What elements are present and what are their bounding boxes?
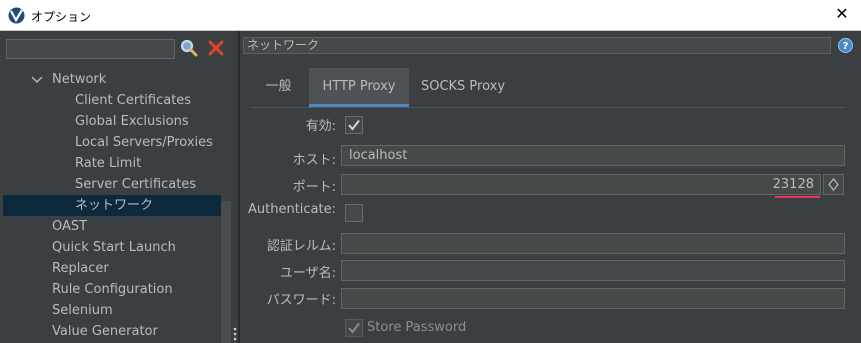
options-search-input[interactable]: [6, 39, 175, 59]
tab-separator: [250, 107, 845, 108]
options-sidebar: Network Client Certificates Global Exclu…: [0, 31, 238, 343]
tree-item-server-certificates[interactable]: Server Certificates: [75, 174, 196, 195]
options-panel: ネットワーク ? 一般 HTTP Proxy SOCKS Proxy 有効: ホ…: [240, 31, 861, 343]
spinner-arrows-icon: [828, 178, 839, 191]
tree-item-selenium[interactable]: Selenium: [52, 300, 113, 321]
tree-item-global-exclusions[interactable]: Global Exclusions: [75, 111, 189, 132]
splitter-grip-icon[interactable]: [233, 326, 237, 342]
tree-item-client-certificates[interactable]: Client Certificates: [75, 90, 191, 111]
port-label: ポート:: [292, 180, 336, 195]
authenticate-label: Authenticate:: [247, 202, 336, 217]
store-password-checkbox[interactable]: [345, 319, 363, 337]
tree-item-rule-configuration[interactable]: Rule Configuration: [52, 279, 173, 300]
enabled-checkbox[interactable]: [345, 116, 363, 134]
password-field[interactable]: [341, 288, 845, 309]
tab-socks-proxy[interactable]: SOCKS Proxy: [413, 68, 513, 107]
realm-field[interactable]: [341, 233, 845, 254]
port-spinner[interactable]: [823, 174, 844, 195]
tree-item-network-jp[interactable]: ネットワーク: [3, 195, 221, 216]
store-password-label: Store Password: [367, 320, 467, 335]
authenticate-checkbox[interactable]: [345, 204, 363, 222]
realm-label: 認証レルム:: [266, 239, 336, 254]
password-label: パスワード:: [266, 293, 336, 308]
checkmark-icon: [348, 119, 360, 131]
enabled-label: 有効:: [305, 119, 336, 134]
help-icon[interactable]: ?: [838, 38, 853, 53]
clear-search-icon[interactable]: [207, 39, 225, 57]
search-icon[interactable]: [179, 38, 199, 58]
tree-item-network[interactable]: Network: [52, 69, 106, 90]
host-field[interactable]: localhost: [341, 145, 845, 166]
tree-item-quick-start-launch[interactable]: Quick Start Launch: [52, 237, 176, 258]
tree-item-rate-limit[interactable]: Rate Limit: [75, 153, 141, 174]
tree-item-replacer[interactable]: Replacer: [52, 258, 109, 279]
checkmark-icon: [348, 322, 360, 334]
svg-text:?: ?: [843, 41, 849, 52]
port-field[interactable]: 23128: [341, 174, 821, 195]
chevron-down-icon[interactable]: [31, 75, 43, 85]
tree-item-oast[interactable]: OAST: [52, 216, 87, 237]
close-window-button[interactable]: ✕: [833, 5, 851, 23]
username-field[interactable]: [341, 260, 845, 281]
port-value-highlight: [775, 196, 820, 198]
host-label: ホスト:: [292, 153, 336, 168]
tree-item-value-generator[interactable]: Value Generator: [52, 321, 158, 342]
form-labels: 有効: ホスト: ポート: Authenticate: 認証レルム: ユーザ名:…: [240, 31, 336, 343]
window-title: オプション: [31, 10, 92, 24]
window-titlebar: オプション ✕: [0, 0, 861, 31]
app-logo-icon: [8, 7, 25, 24]
tree-item-local-servers-proxies[interactable]: Local Servers/Proxies: [75, 132, 213, 153]
username-label: ユーザ名:: [279, 266, 336, 281]
sidebar-scrollbar[interactable]: [221, 201, 231, 343]
